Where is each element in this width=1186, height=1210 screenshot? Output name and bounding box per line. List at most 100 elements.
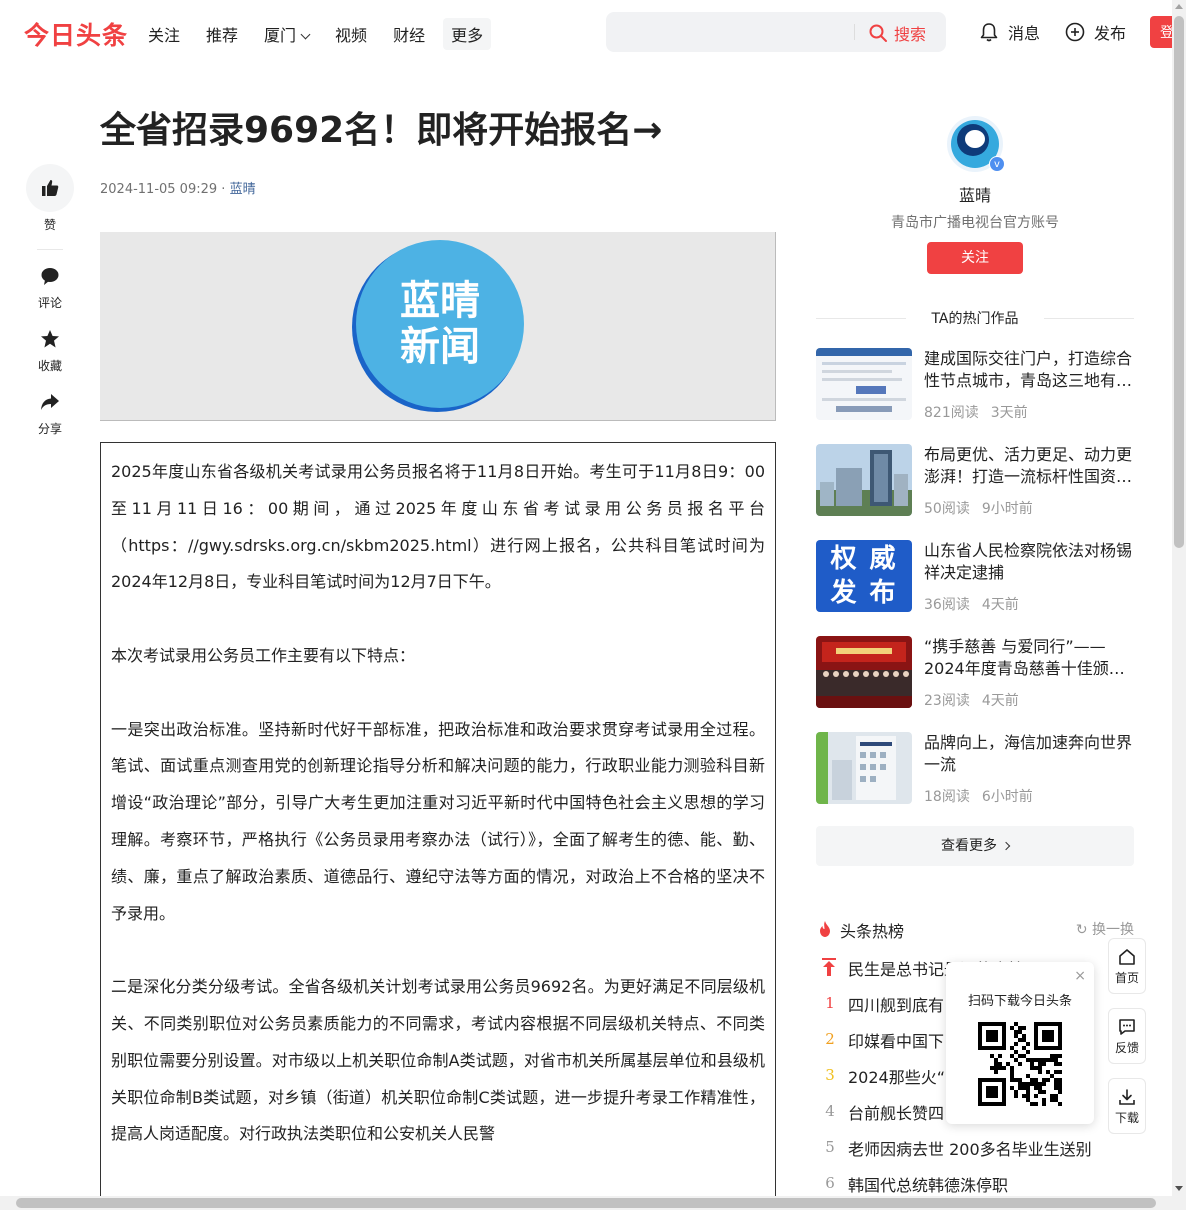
nav-recommend[interactable]: 推荐 [198, 18, 246, 50]
messages-label: 消息 [1008, 24, 1041, 43]
hot-rank: 4 [825, 1102, 835, 1120]
hot-work-item[interactable]: “携手慈善 与爱同行”——2024年度青岛慈善十佳颁… 23阅读 4天前 [816, 636, 1134, 710]
work-time: 4天前 [981, 597, 1019, 613]
vertical-scroll-thumb[interactable] [1174, 16, 1184, 548]
work-title: 布局更优、活力更足、动力更澎湃！打造一流标杆性国资… [924, 445, 1133, 486]
work-reads: 36阅读 [924, 597, 970, 613]
hero-logo-line2: 新闻 [400, 323, 480, 370]
vertical-scrollbar[interactable] [1172, 0, 1186, 1196]
close-icon[interactable]: × [1074, 968, 1086, 984]
hot-rank: 3 [825, 1066, 835, 1084]
hot-item-text: 2024那些火“出 [848, 1068, 962, 1087]
hot-works-heading: TA的热门作品 [816, 308, 1134, 328]
collect-button[interactable]: 收藏 [26, 329, 74, 374]
plus-circle-icon [1065, 22, 1085, 42]
follow-button[interactable]: 关注 [927, 242, 1023, 274]
hero-logo-line1: 蓝晴 [400, 277, 480, 324]
download-float-button[interactable]: 下载 [1108, 1078, 1146, 1134]
author-name[interactable]: 蓝晴 [816, 182, 1134, 206]
work-time: 6小时前 [981, 789, 1033, 805]
article-hero-image: 蓝晴 新闻 [100, 232, 776, 421]
hot-work-item[interactable]: 权 威 发 布 山东省人民检察院依法对杨锡祥决定逮捕 36阅读 4天前 [816, 540, 1134, 614]
article-meta: 2024-11-05 09:29 · 蓝晴 [100, 178, 256, 197]
hot-item-text: 老师因病去世 200多名毕业生送别 [848, 1140, 1092, 1159]
hot-work-item[interactable]: 布局更优、活力更足、动力更澎湃！打造一流标杆性国资… 50阅读 9小时前 [816, 444, 1134, 518]
hot-board-title: 头条热榜 [840, 922, 905, 941]
nav-follow[interactable]: 关注 [140, 18, 188, 50]
work-meta: 50阅读 9小时前 [924, 498, 1033, 518]
work-meta: 23阅读 4天前 [924, 690, 1019, 710]
hot-board-item[interactable]: 5 老师因病去世 200多名毕业生送别 [816, 1136, 1146, 1172]
search-box: 搜索 [606, 12, 946, 52]
work-thumbnail [816, 732, 912, 804]
download-qr-popup: × 扫码下载今日头条 [946, 962, 1094, 1124]
hot-work-item[interactable]: 建成国际交往门户，打造综合性节点城市，青岛这三地有… 821阅读 3天前 [816, 348, 1134, 421]
nav-city[interactable]: 厦门 [256, 18, 317, 50]
work-title: “携手慈善 与爱同行”——2024年度青岛慈善十佳颁… [924, 637, 1125, 678]
qr-popup-title: 扫码下载今日头条 [967, 994, 1072, 1009]
collect-label: 收藏 [37, 359, 62, 373]
share-label: 分享 [37, 422, 62, 436]
article-body: 2025年度山东省各级机关考试录用公务员报名将于11月8日开始。考生可于11月8… [100, 442, 776, 1202]
download-icon [1119, 1089, 1135, 1105]
refresh-button[interactable]: ↻ 换一换 [1076, 919, 1134, 939]
work-title: 山东省人民检察院依法对杨锡祥决定逮捕 [924, 541, 1133, 582]
article-paragraph: 本次考试录用公务员工作主要有以下特点： [111, 645, 416, 665]
bell-icon [980, 23, 998, 42]
hot-rank: 2 [825, 1030, 835, 1048]
scroll-up-arrow-icon[interactable] [1175, 4, 1183, 9]
meta-separator: · [221, 182, 226, 197]
charity-ceremony-thumb [816, 636, 912, 708]
comment-button[interactable]: 评论 [26, 266, 74, 311]
work-meta: 18阅读 6小时前 [924, 786, 1033, 806]
search-input[interactable] [616, 18, 846, 46]
like-circle [26, 164, 74, 212]
toutiao-logo[interactable]: 今日头条 [24, 16, 128, 52]
work-time: 9小时前 [981, 501, 1033, 517]
hot-rank: 5 [825, 1138, 835, 1156]
buildings-photo-thumb [816, 444, 912, 516]
hot-item-text: 台前舰长赞四 [848, 1104, 945, 1123]
article-paragraph: 二是深化分类分级考试。全省各级机关计划考试录用公务员9692名。为更好满足不同层… [111, 977, 765, 1144]
work-meta: 36阅读 4天前 [924, 594, 1019, 614]
chevron-down-icon [300, 29, 311, 40]
nav-city-label: 厦门 [264, 26, 297, 45]
hot-works-title: TA的热门作品 [931, 311, 1019, 327]
scroll-down-arrow-icon[interactable] [1175, 1186, 1183, 1191]
work-thumbnail: 权 威 发 布 [816, 540, 912, 612]
see-more-button[interactable]: 查看更多 [816, 826, 1134, 866]
lanqing-news-logo: 蓝晴 新闻 [356, 240, 524, 408]
share-button[interactable]: 分享 [26, 392, 74, 437]
publish-button[interactable]: 发布 [1064, 20, 1126, 44]
article-paragraph: 2025年度山东省各级机关考试录用公务员报名将于11月8日开始。考生可于11月8… [111, 462, 765, 592]
work-reads: 50阅读 [924, 501, 970, 517]
home-label: 首页 [1114, 971, 1139, 985]
like-button[interactable]: 赞 [26, 164, 74, 233]
work-time: 4天前 [981, 693, 1019, 709]
nav-finance[interactable]: 财经 [385, 18, 433, 50]
nav-more[interactable]: 更多 [443, 18, 492, 50]
search-icon [869, 24, 887, 42]
home-float-button[interactable]: 首页 [1108, 938, 1146, 994]
chevron-right-icon [1001, 841, 1011, 851]
avatar-ring-center [965, 130, 985, 148]
horizontal-scrollbar[interactable] [0, 1196, 1186, 1210]
hot-work-item[interactable]: 品牌向上，海信加速奔向世界一流 18阅读 6小时前 [816, 732, 1134, 806]
comment-label: 评论 [37, 296, 62, 310]
thumbs-up-icon [42, 180, 59, 196]
author-avatar[interactable]: v [947, 116, 1005, 172]
work-thumbnail [816, 636, 912, 708]
feedback-float-button[interactable]: 反馈 [1108, 1008, 1146, 1064]
messages-button[interactable]: 消息 [978, 20, 1040, 44]
author-card: v 蓝晴 青岛市广播电视台官方账号 关注 [816, 116, 1134, 274]
horizontal-scroll-thumb[interactable] [16, 1198, 1156, 1208]
work-reads: 18阅读 [924, 789, 970, 805]
nav-video[interactable]: 视频 [327, 18, 375, 50]
author-link[interactable]: 蓝晴 [230, 182, 256, 197]
search-button[interactable]: 搜索 [868, 21, 926, 45]
author-description: 青岛市广播电视台官方账号 [891, 215, 1059, 231]
see-more-label: 查看更多 [941, 838, 997, 854]
qr-code-image [978, 1022, 1062, 1106]
publish-label: 发布 [1094, 24, 1127, 43]
like-label: 赞 [43, 218, 56, 232]
